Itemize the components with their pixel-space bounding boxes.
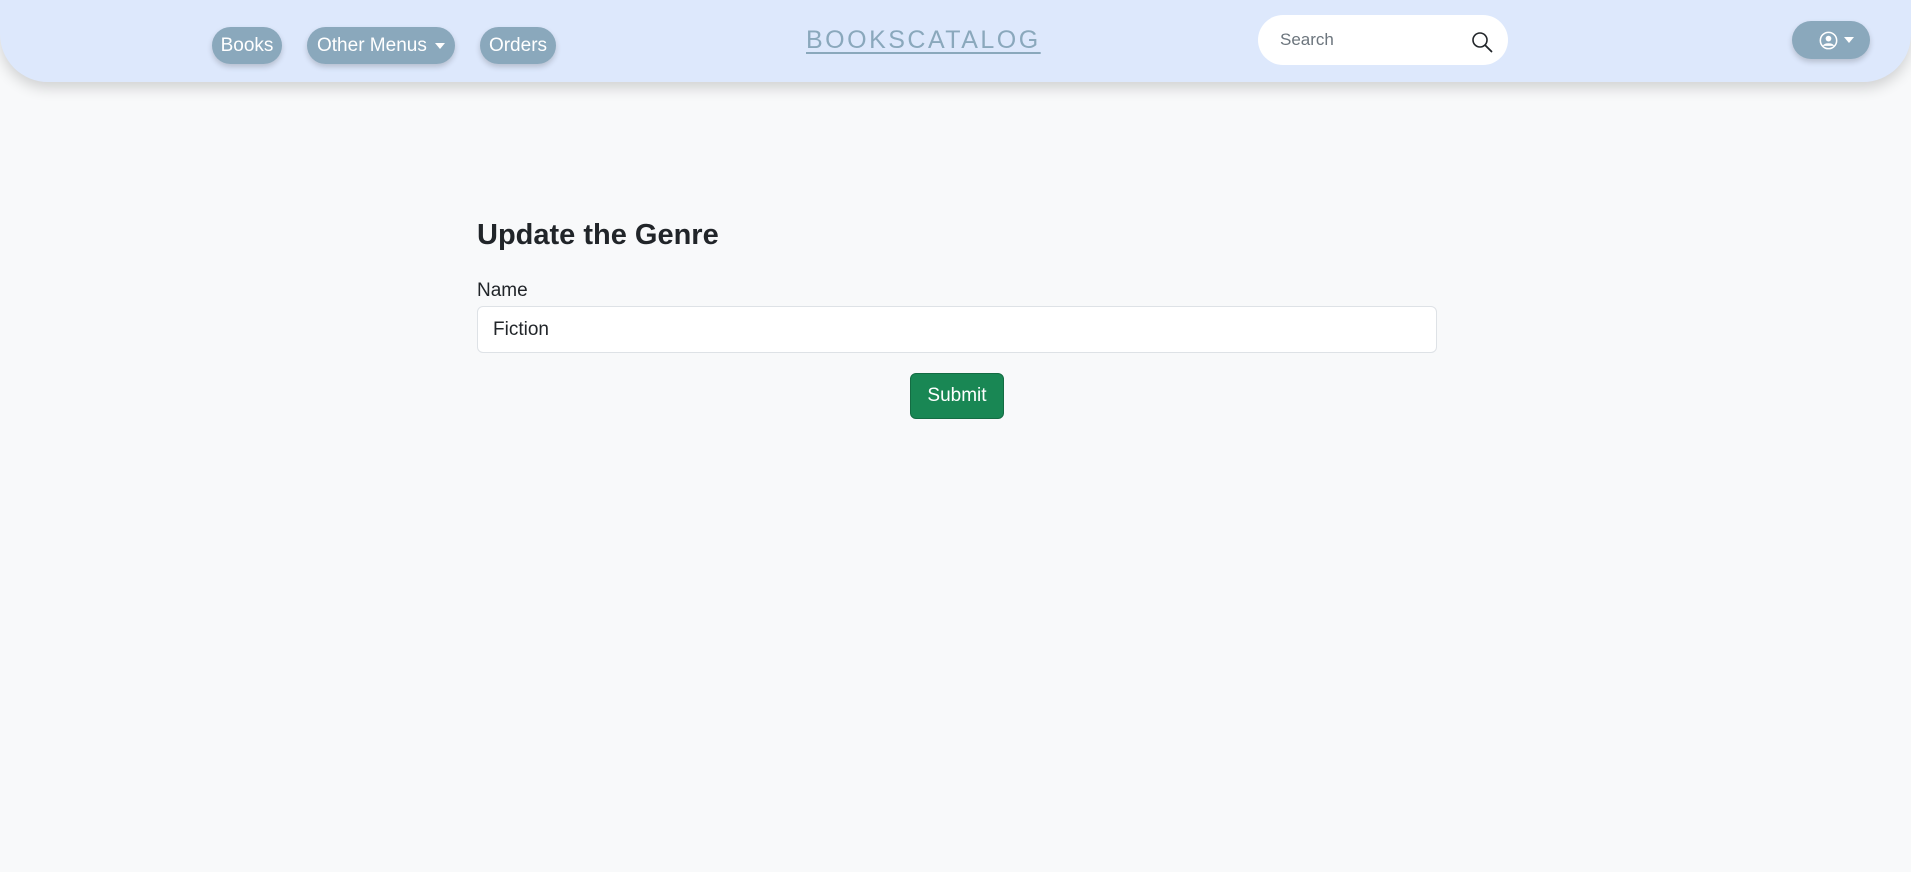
search-icon[interactable] xyxy=(1471,31,1493,53)
search-box xyxy=(1258,15,1508,65)
user-menu-button[interactable] xyxy=(1792,21,1870,59)
nav-orders-button[interactable]: Orders xyxy=(480,27,556,64)
submit-button[interactable]: Submit xyxy=(910,373,1004,419)
name-input[interactable] xyxy=(477,306,1437,353)
name-label: Name xyxy=(477,280,528,301)
brand-link[interactable]: BOOKSCATALOG xyxy=(806,26,1041,55)
caret-down-icon xyxy=(435,43,445,49)
search-input[interactable] xyxy=(1278,25,1448,55)
nav-other-menus-dropdown[interactable]: Other Menus xyxy=(307,27,455,64)
nav-books-button[interactable]: Books xyxy=(212,27,282,64)
nav-other-menus-label: Other Menus xyxy=(317,35,427,56)
caret-down-icon xyxy=(1844,37,1854,43)
nav-books-label: Books xyxy=(220,35,274,56)
page-title: Update the Genre xyxy=(477,219,719,251)
top-navbar: Books Other Menus Orders BOOKSCATALOG xyxy=(0,0,1911,82)
nav-orders-label: Orders xyxy=(488,35,548,56)
user-circle-icon xyxy=(1819,31,1838,50)
